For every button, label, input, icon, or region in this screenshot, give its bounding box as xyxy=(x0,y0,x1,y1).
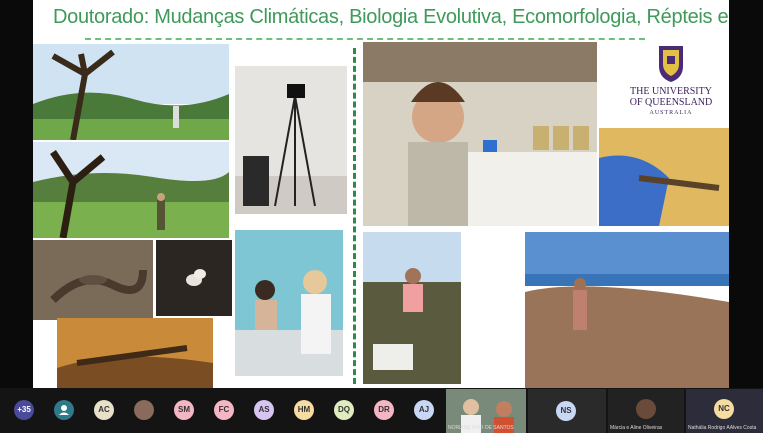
slide-title: Doutorado: Mudanças Climáticas, Biologia… xyxy=(53,6,729,28)
crest-icon xyxy=(659,46,683,82)
photo-eggs-soil xyxy=(156,240,232,316)
participant-avatar[interactable]: HM xyxy=(294,400,314,420)
photo-tree-field xyxy=(33,44,229,140)
shared-slide: Doutorado: Mudanças Climáticas, Biologia… xyxy=(33,0,729,388)
tile-name: Nathália Rodrigo AAlves Costa xyxy=(688,425,757,431)
photo-coastal-rocks xyxy=(525,232,729,388)
photo-camera-tripod xyxy=(235,66,347,214)
participant-tile[interactable]: Márcia e Aline Oliveiras xyxy=(608,389,684,433)
photo-two-researchers xyxy=(235,230,343,376)
photo-lizard-rock xyxy=(33,240,153,320)
participant-photo-avatar[interactable] xyxy=(134,400,154,420)
photo-lab-researcher xyxy=(363,42,597,226)
slide-divider xyxy=(353,48,356,384)
participant-tile[interactable]: NC Nathália Rodrigo AAlves Costa xyxy=(686,389,763,433)
tile-name: NORIANE RAFI DE SANTOS xyxy=(448,425,514,431)
tile-name: Márcia e Aline Oliveiras xyxy=(610,425,663,431)
photo-gloved-hand-specimen xyxy=(599,128,729,226)
photo-person-hill xyxy=(33,142,229,238)
meeting-stage: Doutorado: Mudanças Climáticas, Biologia… xyxy=(0,0,763,433)
participant-avatar[interactable]: SM xyxy=(174,400,194,420)
participant-list-button[interactable] xyxy=(54,400,74,420)
video-tile[interactable]: NORIANE RAFI DE SANTOS xyxy=(446,389,526,433)
logo-line-3: AUSTRALIA xyxy=(649,110,693,116)
photo-field-kneeling xyxy=(363,232,461,384)
university-logo: THE UNIVERSITY OF QUEENSLAND AUSTRALIA xyxy=(629,42,713,122)
participant-avatar[interactable]: AC xyxy=(94,400,114,420)
title-underline xyxy=(85,38,645,40)
participant-avatar[interactable]: AS xyxy=(254,400,274,420)
logo-line-2: OF QUEENSLAND xyxy=(629,97,713,108)
participant-avatar[interactable]: FC xyxy=(214,400,234,420)
participant-avatar[interactable]: AJ xyxy=(414,400,434,420)
participant-tile[interactable]: NS xyxy=(528,389,606,433)
participant-avatar[interactable]: DR xyxy=(374,400,394,420)
photo-lizard-log xyxy=(57,318,213,388)
more-participants-button[interactable]: +35 xyxy=(14,400,34,420)
participant-photo-avatar xyxy=(636,399,656,419)
logo-line-1: THE UNIVERSITY xyxy=(630,86,712,97)
participant-avatar: NS xyxy=(556,401,576,421)
people-icon xyxy=(59,405,69,415)
participant-avatar[interactable]: DQ xyxy=(334,400,354,420)
participant-avatar: NC xyxy=(714,399,734,419)
